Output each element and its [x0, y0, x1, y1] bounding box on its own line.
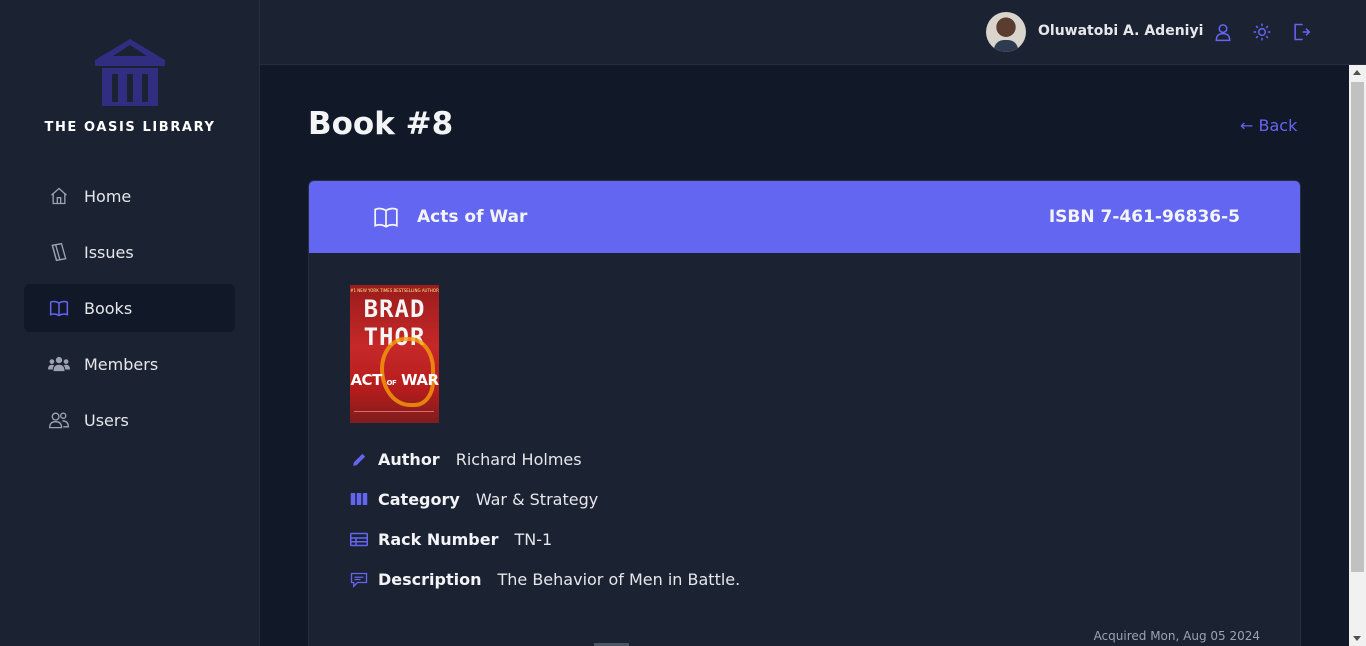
sidebar-item-users[interactable]: Users [24, 396, 235, 444]
book-isbn: ISBN 7-461-96836-5 [1048, 207, 1240, 227]
book-card-header: Acts of War ISBN 7-461-96836-5 [309, 181, 1300, 253]
detail-value: The Behavior of Men in Battle. [497, 569, 741, 589]
scroll-down-icon[interactable] [1353, 636, 1361, 641]
logo-text: THE OASIS LIBRARY [44, 120, 216, 135]
sidebar-item-label: Issues [84, 242, 134, 262]
detail-author: Author Richard Holmes [350, 449, 582, 469]
cover-title-text: ACT OF WAR [350, 371, 439, 389]
sidebar-item-members[interactable]: Members [24, 340, 235, 388]
comment-icon [350, 570, 368, 588]
open-book-icon [48, 297, 70, 319]
book-cover-image: #1 NEW YORK TIMES BESTSELLING AUTHOR BRA… [350, 285, 439, 423]
user-name: Oluwatobi A. Adeniyi [1038, 23, 1204, 39]
sidebar-nav: Home Issues Books Members Users [24, 172, 235, 452]
detail-label: Author [378, 449, 440, 469]
theme-sun-icon[interactable] [1251, 21, 1273, 43]
sidebar-item-label: Home [84, 186, 132, 206]
back-link[interactable]: ← Back [1240, 116, 1297, 135]
home-icon [48, 185, 70, 207]
columns-icon [350, 490, 368, 508]
sidebar-item-books[interactable]: Books [24, 284, 235, 332]
book-title: Acts of War [417, 207, 528, 227]
sidebar-item-label: Users [84, 410, 129, 430]
topbar: Oluwatobi A. Adeniyi [260, 0, 1366, 65]
table-icon [350, 530, 368, 548]
detail-value: War & Strategy [475, 489, 599, 509]
profile-icon[interactable] [1212, 21, 1234, 43]
detail-value: Richard Holmes [455, 449, 582, 469]
sidebar-item-home[interactable]: Home [24, 172, 235, 220]
cover-tagline: #1 NEW YORK TIMES BESTSELLING AUTHOR [350, 288, 439, 293]
scroll-thumb[interactable] [1351, 82, 1364, 572]
pencil-icon [350, 450, 368, 468]
logo[interactable]: THE OASIS LIBRARY [0, 36, 260, 135]
detail-label: Category [378, 489, 460, 509]
scroll-up-icon[interactable] [1353, 70, 1361, 75]
sidebar-item-issues[interactable]: Issues [24, 228, 235, 276]
page-title: Book #8 [308, 106, 454, 142]
issues-book-icon [48, 241, 70, 263]
sidebar-item-label: Books [84, 298, 133, 318]
users-icon [48, 409, 70, 431]
sidebar-item-label: Members [84, 354, 159, 374]
acquired-date: Acquired Mon, Aug 05 2024 [1093, 629, 1260, 643]
sidebar: THE OASIS LIBRARY Home Issues Books Memb… [0, 0, 260, 646]
avatar[interactable] [986, 12, 1026, 52]
detail-rack-number: Rack Number TN-1 [350, 529, 552, 549]
detail-label: Rack Number [378, 529, 499, 549]
vertical-scrollbar[interactable] [1349, 65, 1366, 646]
detail-label: Description [378, 569, 482, 589]
library-building-icon [95, 39, 165, 106]
open-book-icon [372, 204, 400, 234]
detail-value: TN-1 [514, 529, 553, 549]
book-card: Acts of War ISBN 7-461-96836-5 #1 NEW YO… [308, 180, 1301, 646]
logout-icon[interactable] [1290, 21, 1312, 43]
detail-category: Category War & Strategy [350, 489, 598, 509]
members-group-icon [48, 353, 70, 375]
detail-description: Description The Behavior of Men in Battl… [350, 569, 740, 589]
